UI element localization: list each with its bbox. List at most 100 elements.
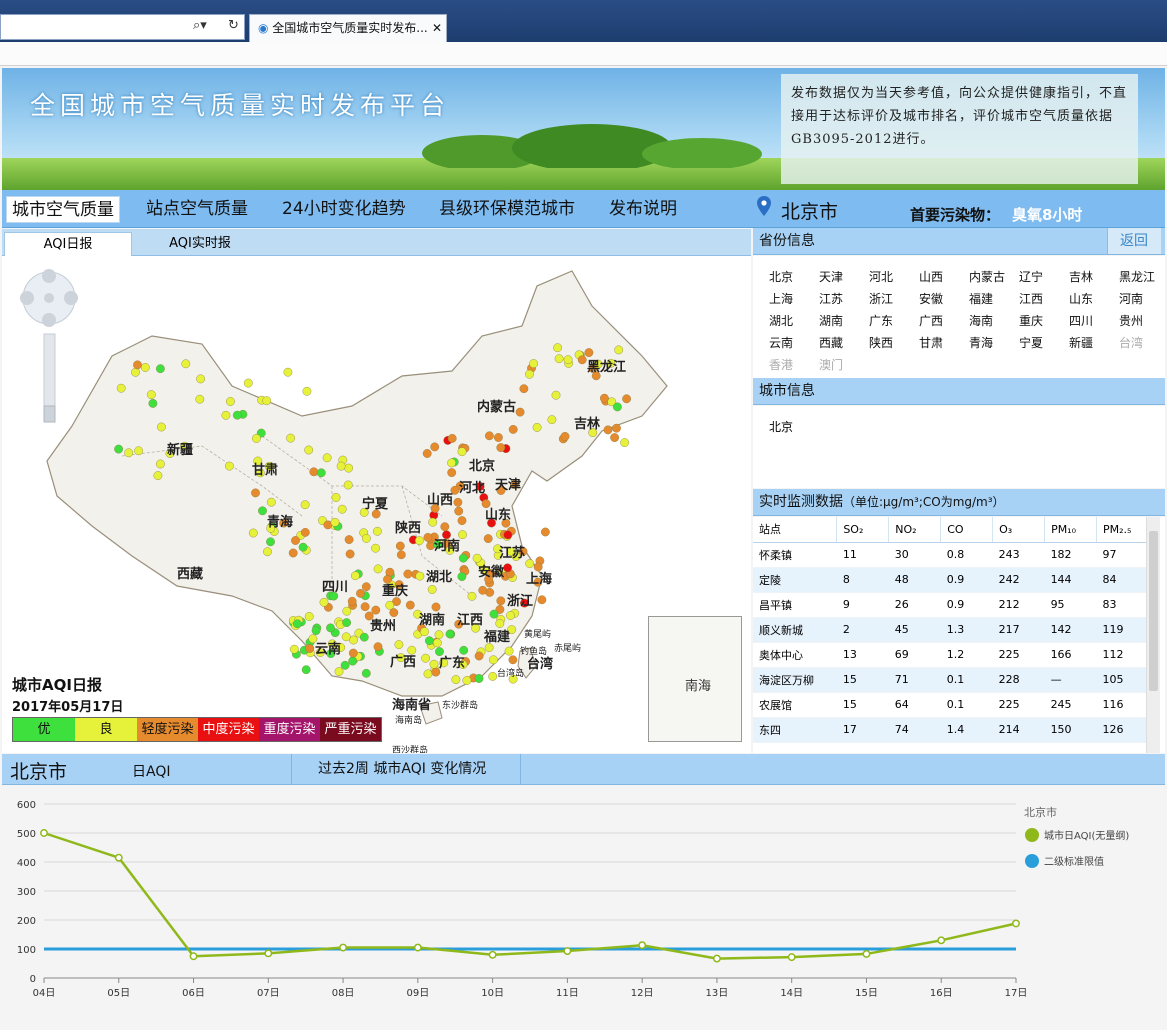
province-item[interactable]: 内蒙古 [969,268,1019,285]
table-row[interactable]: 怀柔镇 11 30 0.8 243 182 97 [753,542,1147,568]
station-dot[interactable] [361,668,371,678]
station-dot[interactable] [292,619,302,629]
station-dot[interactable] [311,626,321,635]
station-dot[interactable] [221,410,231,420]
station-dot[interactable] [266,497,276,507]
station-dot[interactable] [447,458,456,468]
station-dot[interactable] [350,571,360,581]
province-item[interactable]: 辽宁 [1019,268,1069,285]
station-dot[interactable] [457,516,467,525]
station-dot[interactable] [489,609,499,619]
station-dot[interactable] [453,497,463,507]
station-dot[interactable] [432,638,442,648]
station-dot[interactable] [563,355,573,365]
province-item[interactable]: 甘肃 [919,334,969,351]
station-dot[interactable] [343,480,353,490]
tab-aqi-daily[interactable]: AQI日报 [4,232,132,256]
province-item[interactable]: 安徽 [919,290,969,307]
station-dot[interactable] [396,550,406,560]
station-dot[interactable] [614,345,624,355]
chart-tab-daily-aqi[interactable]: 日AQI [132,761,170,781]
station-dot[interactable] [156,422,166,432]
nav-station-aqi[interactable]: 站点空气质量 [146,196,248,223]
station-dot[interactable] [577,355,587,365]
station-dot[interactable] [114,444,124,454]
province-item[interactable]: 台湾 [1119,334,1167,351]
station-dot[interactable] [155,459,165,469]
station-dot[interactable] [525,369,534,379]
station-dot[interactable] [330,517,340,527]
station-dot[interactable] [537,595,547,605]
station-dot[interactable] [481,499,491,509]
station-dot[interactable] [373,564,383,574]
data-point[interactable] [413,943,422,952]
tab-aqi-realtime[interactable]: AQI实时报 [136,232,264,256]
station-dot[interactable] [304,612,314,621]
station-dot[interactable] [322,453,332,463]
station-dot[interactable] [300,527,310,537]
station-dot[interactable] [124,448,134,458]
station-dot[interactable] [361,582,371,592]
province-item[interactable]: 山东 [1069,290,1119,307]
station-dot[interactable] [493,433,503,442]
station-dot[interactable] [336,461,346,471]
nav-release-notes[interactable]: 发布说明 [609,196,677,223]
station-dot[interactable] [422,449,432,458]
station-dot[interactable] [383,574,392,584]
station-dot[interactable] [283,367,293,377]
station-dot[interactable] [301,665,311,675]
station-dot[interactable] [395,541,405,551]
province-item[interactable]: 宁夏 [1019,334,1069,351]
station-dot[interactable] [504,646,514,656]
station-dot[interactable] [300,500,310,510]
table-row[interactable]: 定陵 8 48 0.9 242 144 84 [753,567,1147,593]
province-item[interactable]: 四川 [1069,312,1119,329]
station-dot[interactable] [603,425,613,435]
station-dot[interactable] [344,463,353,473]
station-dot[interactable] [140,363,150,372]
data-point[interactable] [1012,919,1020,928]
station-dot[interactable] [553,343,562,353]
station-dot[interactable] [442,530,451,540]
station-dot[interactable] [248,528,258,538]
station-dot[interactable] [266,537,275,547]
station-dot[interactable] [447,433,457,443]
station-dot[interactable] [560,431,570,441]
station-dot[interactable] [435,647,444,656]
station-dot[interactable] [445,629,455,639]
station-dot[interactable] [326,623,335,633]
station-dot[interactable] [373,642,383,652]
station-dot[interactable] [341,632,351,642]
station-dot[interactable] [610,433,619,443]
station-dot[interactable] [474,651,484,661]
province-item[interactable]: 广西 [919,312,969,329]
address-bar[interactable]: ⌕▾ ↻ [0,14,245,40]
station-dot[interactable] [496,596,506,606]
data-point[interactable] [638,941,647,950]
province-item[interactable]: 贵州 [1119,312,1167,329]
station-dot[interactable] [389,608,399,617]
province-item[interactable]: 香港 [769,356,819,373]
station-dot[interactable] [131,367,140,377]
station-dot[interactable] [503,563,512,573]
station-dot[interactable] [421,653,430,663]
monitor-scrollbar[interactable] [1146,517,1160,753]
station-dot[interactable] [116,383,126,393]
station-dot[interactable] [342,606,352,616]
province-item[interactable]: 青海 [969,334,1019,351]
station-dot[interactable] [458,530,467,540]
station-dot[interactable] [459,645,469,655]
nav-24h-trend[interactable]: 24小时变化趋势 [282,196,406,223]
station-dot[interactable] [506,611,515,620]
station-dot[interactable] [488,655,498,665]
station-dot[interactable] [347,596,357,606]
station-dot[interactable] [146,390,156,400]
station-dot[interactable] [262,396,272,406]
province-item[interactable]: 山西 [919,268,969,285]
station-dot[interactable] [427,585,437,594]
station-dot[interactable] [533,562,543,572]
province-item[interactable]: 西藏 [819,334,869,351]
station-dot[interactable] [153,471,163,481]
station-dot[interactable] [529,359,538,369]
station-dot[interactable] [508,424,518,434]
